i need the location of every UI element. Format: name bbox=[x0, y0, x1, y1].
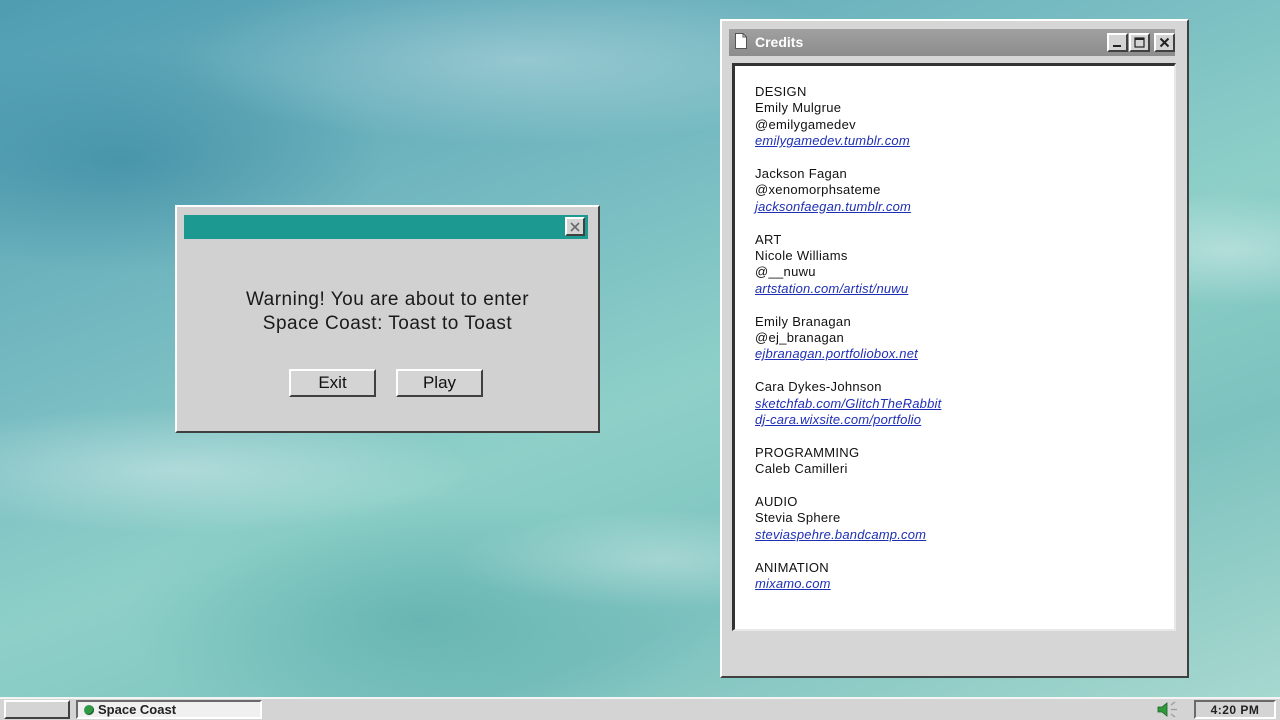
credit-text: ART bbox=[755, 231, 782, 247]
warning-message-line-1: Warning! You are about to enter bbox=[245, 289, 530, 310]
credits-content[interactable]: DESIGN Emily Mulgrue @emilygamedev emilygam… bbox=[732, 63, 1176, 631]
taskbar-item-space-coast[interactable]: Space Coast bbox=[76, 700, 262, 719]
green-dot-icon bbox=[84, 704, 94, 715]
credits-window: Credits DESIGN Emily Mulgrue @emilygamedev… bbox=[720, 19, 1189, 678]
credit-text: Cara Dykes-Johnson bbox=[755, 379, 882, 395]
credit-link[interactable]: mixamo.com bbox=[755, 576, 941, 592]
credit-link[interactable]: ejbranagan.portfoliobox.net bbox=[755, 346, 941, 362]
maximize-button[interactable] bbox=[1129, 33, 1150, 52]
clock: 4:20 PM bbox=[1194, 700, 1276, 719]
taskbar-item-label: Space Coast bbox=[98, 702, 177, 717]
credit-text: Emily Mulgrue bbox=[755, 100, 842, 116]
credit-section: PROGRAMMING Caleb Camilleri bbox=[755, 445, 941, 478]
play-button[interactable]: Play bbox=[396, 369, 483, 397]
close-icon bbox=[570, 221, 580, 232]
credit-text: Nicole Williams bbox=[755, 248, 848, 264]
warning-message: Warning! You are about to enter Space Co… bbox=[177, 288, 598, 336]
credit-section: AUDIO Stevia Sphere steviaspehre.bandcamp.… bbox=[755, 494, 941, 543]
credits-close-button[interactable] bbox=[1154, 33, 1175, 52]
credit-section: Cara Dykes-Johnson sketchfab.com/GlitchTh… bbox=[755, 379, 941, 428]
credit-text: PROGRAMMING bbox=[755, 444, 860, 460]
credit-text: @xenomorphsateme bbox=[755, 182, 881, 198]
credit-text: DESIGN bbox=[755, 84, 807, 99]
credit-text: ANIMATION bbox=[755, 559, 829, 575]
credit-text: Emily Branagan bbox=[755, 313, 851, 329]
credit-section: Emily Branagan @ej_branagan ejbranagan.por… bbox=[755, 314, 941, 363]
credit-link[interactable]: sketchfab.com/GlitchTheRabbit bbox=[755, 396, 941, 412]
credit-text: AUDIO bbox=[755, 494, 798, 510]
credit-link[interactable]: artstation.com/artist/nuwu bbox=[755, 281, 941, 297]
credit-text: @__nuwu bbox=[755, 264, 816, 280]
credit-section: ART Nicole Williams @__nuwu artstation.com/… bbox=[755, 232, 941, 298]
start-button[interactable] bbox=[4, 700, 70, 719]
close-icon bbox=[1159, 37, 1170, 48]
maximize-icon bbox=[1134, 37, 1145, 48]
credit-link[interactable]: jacksonfaegan.tumblr.com bbox=[755, 199, 941, 215]
credit-text: Caleb Camilleri bbox=[755, 461, 848, 477]
credits-title: Credits bbox=[755, 34, 804, 50]
credit-text: @ej_branagan bbox=[755, 330, 845, 346]
credit-text: Jackson Fagan bbox=[755, 166, 848, 182]
credit-section: Jackson Fagan @xenomorphsateme jacksonfaeg… bbox=[755, 166, 941, 215]
warning-close-button[interactable] bbox=[565, 217, 585, 236]
credit-link[interactable]: steviaspehre.bandcamp.com bbox=[755, 527, 941, 543]
credit-section: ANIMATION mixamo.com bbox=[755, 560, 941, 593]
minimize-button[interactable] bbox=[1107, 33, 1128, 52]
speaker-icon[interactable] bbox=[1155, 701, 1185, 718]
exit-button[interactable]: Exit bbox=[289, 369, 376, 397]
document-icon bbox=[735, 33, 747, 49]
warning-dialog: Warning! You are about to enter Space Co… bbox=[175, 205, 600, 433]
credit-section: DESIGN Emily Mulgrue @emilygamedev emilygam… bbox=[755, 84, 941, 150]
credits-list: DESIGN Emily Mulgrue @emilygamedev emilygam… bbox=[755, 84, 941, 609]
credits-titlebar[interactable]: Credits bbox=[729, 29, 1175, 56]
taskbar: Space Coast 4:20 PM bbox=[0, 697, 1280, 720]
minimize-icon bbox=[1113, 45, 1121, 47]
credit-link[interactable]: emilygamedev.tumblr.com bbox=[755, 133, 941, 149]
credit-text: @emilygamedev bbox=[755, 116, 856, 132]
credit-link[interactable]: dj-cara.wixsite.com/portfolio bbox=[755, 412, 941, 428]
warning-titlebar[interactable] bbox=[184, 215, 588, 239]
warning-message-line-2: Space Coast: Toast to Toast bbox=[262, 313, 513, 334]
credit-text: Stevia Sphere bbox=[755, 510, 841, 526]
